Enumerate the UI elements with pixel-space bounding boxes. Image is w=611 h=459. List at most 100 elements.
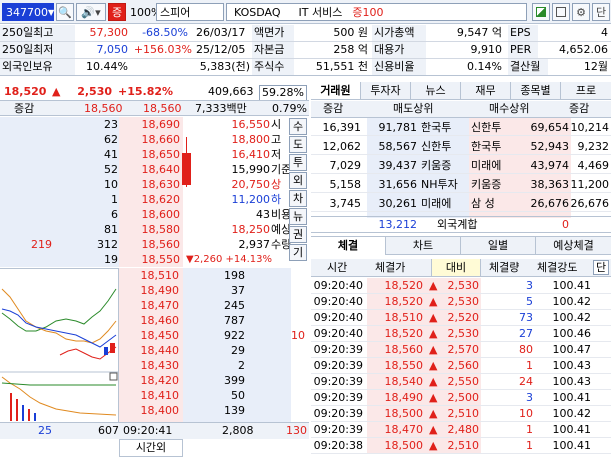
trade-price: 18,510 bbox=[384, 311, 424, 324]
side-tab[interactable]: 뉴 bbox=[289, 208, 307, 225]
foreign-holding-qty: 5,383(천) bbox=[199, 60, 250, 73]
bid-row[interactable]: 18,470 245 bbox=[119, 300, 309, 312]
sub-price2: 18,560 bbox=[143, 102, 182, 115]
tab-expected[interactable]: 예상체결 bbox=[536, 237, 611, 255]
trade-row[interactable]: 09:20:39 18,490 ▲ 2,500 3 100.41 bbox=[311, 390, 611, 406]
bid-row[interactable]: 18,430 2 bbox=[119, 360, 309, 372]
window-icon[interactable] bbox=[552, 3, 570, 21]
stock-name[interactable]: 스피어 bbox=[156, 3, 224, 21]
broker-row[interactable]: 5,158 31,656 NH투자 키움증 38,363 11,200 bbox=[311, 177, 611, 193]
bid-row[interactable]: 18,460 787 bbox=[119, 315, 309, 327]
side-tab[interactable]: 외 bbox=[289, 172, 307, 189]
high-250-label: 250일최고 bbox=[0, 25, 75, 41]
tab-program[interactable]: 프로 bbox=[561, 82, 611, 99]
ask-total2: 607 bbox=[98, 424, 119, 437]
trade-change: 2,500 bbox=[447, 391, 480, 404]
broker-footer: 13,212 외국계합 0 bbox=[311, 216, 611, 233]
quote-subheader: 증감 18,560 18,560 7,333백만 0.79% bbox=[0, 100, 309, 116]
bid-row[interactable]: 18,510 198 bbox=[119, 270, 309, 282]
after-hours-button[interactable]: 시간외 bbox=[119, 439, 183, 457]
tab-investor[interactable]: 투자자 bbox=[361, 82, 411, 99]
change-pct: +15.82% bbox=[118, 85, 174, 98]
unit-button[interactable]: 단 bbox=[593, 260, 609, 275]
side-tab[interactable]: 권 bbox=[289, 226, 307, 243]
trade-row[interactable]: 09:20:39 18,560 ▲ 2,570 80 100.47 bbox=[311, 342, 611, 358]
tab-chart[interactable]: 차트 bbox=[386, 237, 461, 255]
trade-time: 09:20:40 bbox=[313, 311, 363, 324]
tab-news[interactable]: 뉴스 bbox=[411, 82, 461, 99]
trade-strength: 100.41 bbox=[552, 279, 592, 292]
tab-finance[interactable]: 재무 bbox=[461, 82, 511, 99]
up-arrow-icon: ▲ bbox=[429, 375, 438, 388]
broker-row[interactable]: 3,745 30,261 미래에 삼 성 26,676 26,676 bbox=[311, 196, 611, 212]
side-tab[interactable]: 기 bbox=[289, 244, 307, 261]
speaker-icon[interactable]: 🔊▾ bbox=[76, 3, 106, 21]
broker-row[interactable]: 16,391 91,781 한국투 신한투 69,654 10,214 bbox=[311, 120, 611, 136]
trade-row[interactable]: 09:20:39 18,550 ▲ 2,560 1 100.43 bbox=[311, 358, 611, 374]
stat-row: 16,550 시 bbox=[231, 118, 282, 131]
search-icon[interactable]: 🔍 bbox=[56, 3, 74, 21]
side-tab[interactable]: 투 bbox=[289, 154, 307, 171]
shares-label: 주식수 bbox=[252, 59, 294, 75]
change-value: 2,530 bbox=[77, 85, 112, 98]
low-250-price: 7,050 bbox=[96, 43, 129, 56]
bid-row[interactable]: 18,450 922 10 bbox=[119, 330, 309, 342]
trade-row[interactable]: 09:20:39 18,500 ▲ 2,510 10 100.42 bbox=[311, 406, 611, 422]
trade-row[interactable]: 09:20:39 18,540 ▲ 2,550 24 100.43 bbox=[311, 374, 611, 390]
close-shortcut-button[interactable]: 단 bbox=[592, 3, 610, 21]
trade-row[interactable]: 09:20:40 18,520 ▲ 2,530 5 100.42 bbox=[311, 294, 611, 310]
up-arrow-icon: ▲ bbox=[429, 343, 438, 356]
trade-row[interactable]: 09:20:38 18,500 ▲ 2,510 1 100.41 bbox=[311, 438, 611, 454]
trade-time: 09:20:39 bbox=[313, 359, 363, 372]
trade-qty: 3 bbox=[526, 279, 533, 292]
high-250-pct: -68.50% bbox=[142, 26, 188, 39]
gear-icon[interactable]: ⚙ bbox=[572, 3, 590, 21]
low-250-label: 250일최저 bbox=[0, 42, 75, 58]
stat-row: 20,750 상 bbox=[231, 178, 282, 191]
substitute-price-label: 대용가 bbox=[372, 42, 426, 58]
broker-row[interactable]: 12,062 58,567 신한투 한국투 52,943 9,232 bbox=[311, 139, 611, 155]
up-arrow-icon: ▲ bbox=[429, 359, 438, 372]
book-time: 09:20:41 bbox=[123, 424, 173, 437]
bid-row[interactable]: 18,490 37 bbox=[119, 285, 309, 297]
trade-row[interactable]: 09:20:40 18,520 ▲ 2,530 27 100.46 bbox=[311, 326, 611, 342]
side-tab[interactable]: 차 bbox=[289, 190, 307, 207]
col-change: 대비 bbox=[431, 259, 481, 276]
side-tab[interactable]: 도 bbox=[289, 136, 307, 153]
trade-time: 09:20:39 bbox=[313, 391, 363, 404]
trade-row[interactable]: 09:20:40 18,510 ▲ 2,520 73 100.42 bbox=[311, 310, 611, 326]
trade-time: 09:20:39 bbox=[313, 343, 363, 356]
per-label: PER bbox=[508, 42, 538, 58]
sub-price: 18,560 bbox=[84, 102, 123, 115]
stat-row: 2,937 수량 bbox=[238, 238, 292, 251]
shares-value: 51,551 천 bbox=[315, 60, 368, 73]
broker-row[interactable]: 7,029 39,437 키움증 미래에 43,974 4,469 bbox=[311, 158, 611, 174]
trade-price: 18,500 bbox=[384, 407, 424, 420]
broker-col-diff2: 증감 bbox=[569, 102, 590, 115]
bid-row[interactable]: 18,400 139 bbox=[119, 405, 309, 417]
layout-icon[interactable] bbox=[532, 3, 550, 21]
trade-change: 2,530 bbox=[447, 295, 480, 308]
trade-qty: 1 bbox=[526, 359, 533, 372]
trade-strength: 100.41 bbox=[552, 439, 592, 452]
tab-broker[interactable]: 거래원 bbox=[311, 82, 361, 99]
bid-row[interactable]: 18,420 399 bbox=[119, 375, 309, 387]
trade-row[interactable]: 09:20:40 18,520 ▲ 2,530 3 100.41 bbox=[311, 278, 611, 294]
bid-row[interactable]: 18,440 29 bbox=[119, 345, 309, 357]
market-cap: 9,547 억 bbox=[456, 26, 502, 39]
tab-daily[interactable]: 일별 bbox=[461, 237, 536, 255]
trade-change: 2,530 bbox=[447, 279, 480, 292]
trade-time: 09:20:39 bbox=[313, 407, 363, 420]
info-row-2: 250일최저 7,050 +156.03% 25/12/05 자본금 258 억… bbox=[0, 42, 611, 59]
trade-qty: 27 bbox=[519, 327, 533, 340]
trade-price: 18,520 bbox=[384, 327, 424, 340]
trade-row[interactable]: 09:20:39 18,470 ▲ 2,480 1 100.41 bbox=[311, 422, 611, 438]
broker-col-diff: 증감 bbox=[323, 102, 344, 115]
trade-strength: 100.42 bbox=[552, 311, 592, 324]
side-tab[interactable]: 수 bbox=[289, 118, 307, 135]
bid-row[interactable]: 18,410 50 bbox=[119, 390, 309, 402]
tab-by-stock[interactable]: 종목별 bbox=[511, 82, 561, 99]
tab-trades[interactable]: 체결 bbox=[311, 237, 386, 255]
stock-code-input[interactable]: 347700 ▼ bbox=[2, 3, 54, 21]
stat-row: ▼2,260 +14.13% bbox=[186, 254, 273, 265]
